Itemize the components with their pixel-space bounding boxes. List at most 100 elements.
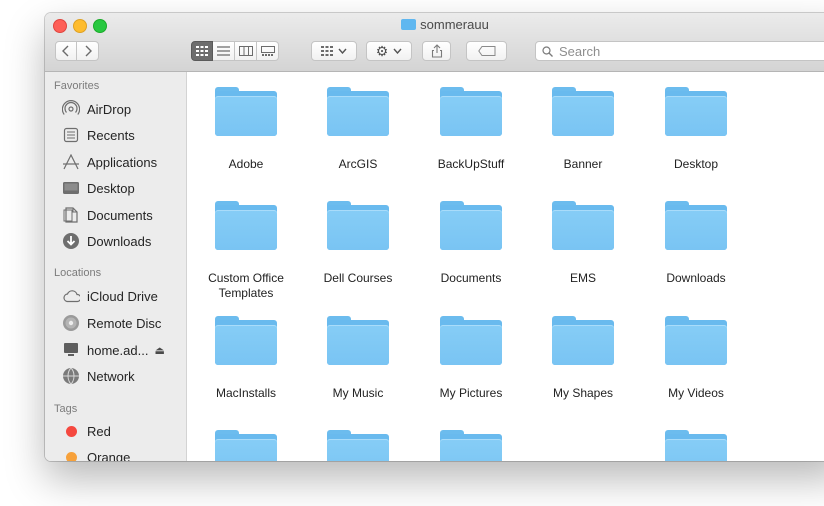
folder-icon [327, 316, 389, 365]
file-item-arcgis[interactable]: ArcGIS [302, 87, 414, 172]
finder-window: sommerauu ⚙ Search Favorites AirDrop Rec… [45, 13, 824, 461]
file-item-macinstalls[interactable]: MacInstalls [190, 316, 302, 401]
folder-icon [440, 430, 502, 461]
sidebar-item-applications[interactable]: Applications [62, 152, 184, 172]
file-label: My Shapes [552, 386, 614, 400]
folder-icon [665, 430, 727, 461]
sidebar-item-label: Recents [87, 127, 135, 143]
sidebar-item-documents[interactable]: Documents [62, 205, 184, 225]
sidebar-item-remote-disc[interactable]: Remote Disc [62, 313, 184, 333]
sidebar-item-label: Documents [87, 207, 153, 223]
sidebar-item-label: Downloads [87, 233, 152, 249]
file-label: Documents [440, 271, 502, 285]
chevron-left-icon [62, 45, 69, 57]
folder-icon [215, 87, 277, 136]
downloads-icon [62, 232, 80, 250]
file-label: ArcGIS [338, 157, 378, 171]
folder-icon [215, 430, 277, 461]
red-tag-icon [62, 422, 80, 440]
file-item-ems[interactable]: EMS [527, 201, 639, 286]
file-item-banner[interactable]: Banner [527, 87, 639, 172]
sidebar-item-label: AirDrop [87, 101, 132, 117]
sidebar-item-airdrop[interactable]: AirDrop [62, 99, 184, 119]
folder-icon [327, 201, 389, 250]
search-input[interactable] [557, 42, 821, 60]
file-item-documents[interactable]: Documents [415, 201, 527, 286]
file-item[interactable] [415, 430, 527, 461]
file-item-custom-office-templates[interactable]: Custom Office Templates [190, 201, 302, 301]
file-item[interactable] [190, 430, 302, 461]
folder-icon [665, 201, 727, 250]
sidebar-item-label: Desktop [87, 180, 135, 196]
back-button[interactable] [55, 41, 77, 61]
action-menu-button[interactable]: ⚙ [366, 41, 412, 61]
grid-icon [196, 46, 208, 56]
folder-icon [665, 87, 727, 136]
column-view-button[interactable] [235, 41, 257, 61]
sidebar-item-label: Applications [87, 154, 158, 170]
file-item-my-pictures[interactable]: My Pictures [415, 316, 527, 401]
folder-icon [552, 87, 614, 136]
tags-heading: Tags [54, 403, 78, 415]
folder-icon [215, 316, 277, 365]
file-item-desktop[interactable]: Desktop [640, 87, 752, 172]
sidebar-item-tag-red[interactable]: Red [62, 421, 184, 441]
file-item[interactable] [302, 430, 414, 461]
file-item-my-videos[interactable]: My Videos [640, 316, 752, 401]
sidebar-item-recents[interactable]: Recents [62, 125, 184, 145]
computer-icon [62, 341, 80, 359]
share-button[interactable] [422, 41, 451, 61]
list-icon [217, 46, 230, 56]
eject-icon[interactable]: ⏏ [154, 344, 164, 357]
folder-icon [665, 316, 727, 365]
file-item-backupstuff[interactable]: BackUpStuff [415, 87, 527, 172]
edit-tags-button[interactable] [466, 41, 507, 61]
title-toolbar: sommerauu ⚙ Search [45, 13, 824, 72]
sidebar-item-tag-orange[interactable]: Orange [62, 447, 184, 461]
gallery-icon [260, 46, 275, 56]
sidebar-item-label: iCloud Drive [87, 288, 158, 304]
file-label: MacInstalls [215, 386, 277, 400]
sidebar-item-icloud-drive[interactable]: iCloud Drive [62, 286, 184, 306]
file-item-my-music[interactable]: My Music [302, 316, 414, 401]
favorites-heading: Favorites [54, 80, 100, 92]
desktop-icon [62, 179, 80, 197]
file-label: Downloads [666, 271, 726, 285]
file-label: Desktop [673, 157, 719, 171]
file-grid: Adobe ArcGIS BackUpStuff Banner Desktop … [187, 72, 824, 461]
share-icon [431, 44, 442, 58]
network-icon [62, 367, 80, 385]
sidebar-item-home-server[interactable]: home.ad... ⏏ [62, 340, 184, 360]
file-label: My Music [332, 386, 384, 400]
file-label: BackUpStuff [437, 157, 505, 171]
sidebar-item-network[interactable]: Network [62, 366, 184, 386]
sidebar-item-label: Orange [87, 449, 131, 462]
window-title-text: sommerauu [420, 17, 489, 32]
file-item-dell-courses[interactable]: Dell Courses [302, 201, 414, 286]
file-label: My Videos [668, 386, 724, 400]
file-item-adobe[interactable]: Adobe [190, 87, 302, 172]
file-item-my-shapes[interactable]: My Shapes [527, 316, 639, 401]
window-title: sommerauu [45, 17, 824, 32]
orange-tag-icon [62, 448, 80, 461]
forward-button[interactable] [77, 41, 99, 61]
search-field[interactable] [535, 41, 824, 61]
sidebar-item-label: Network [87, 368, 135, 384]
folder-icon [215, 201, 277, 250]
file-item-downloads[interactable]: Downloads [640, 201, 752, 286]
list-view-button[interactable] [213, 41, 235, 61]
grid-icon [321, 46, 333, 56]
chevron-down-icon [393, 48, 402, 54]
icon-view-button[interactable] [191, 41, 213, 61]
file-label: My Pictures [439, 386, 503, 400]
folder-icon [440, 201, 502, 250]
disc-icon [62, 314, 80, 332]
file-item[interactable] [640, 430, 752, 461]
group-by-button[interactable] [311, 41, 357, 61]
gallery-view-button[interactable] [257, 41, 279, 61]
folder-icon [401, 19, 417, 30]
sidebar-item-desktop[interactable]: Desktop [62, 178, 184, 198]
sidebar-item-label: Remote Disc [87, 315, 162, 331]
sidebar-item-downloads[interactable]: Downloads [62, 231, 184, 251]
icloud-icon [62, 287, 80, 305]
